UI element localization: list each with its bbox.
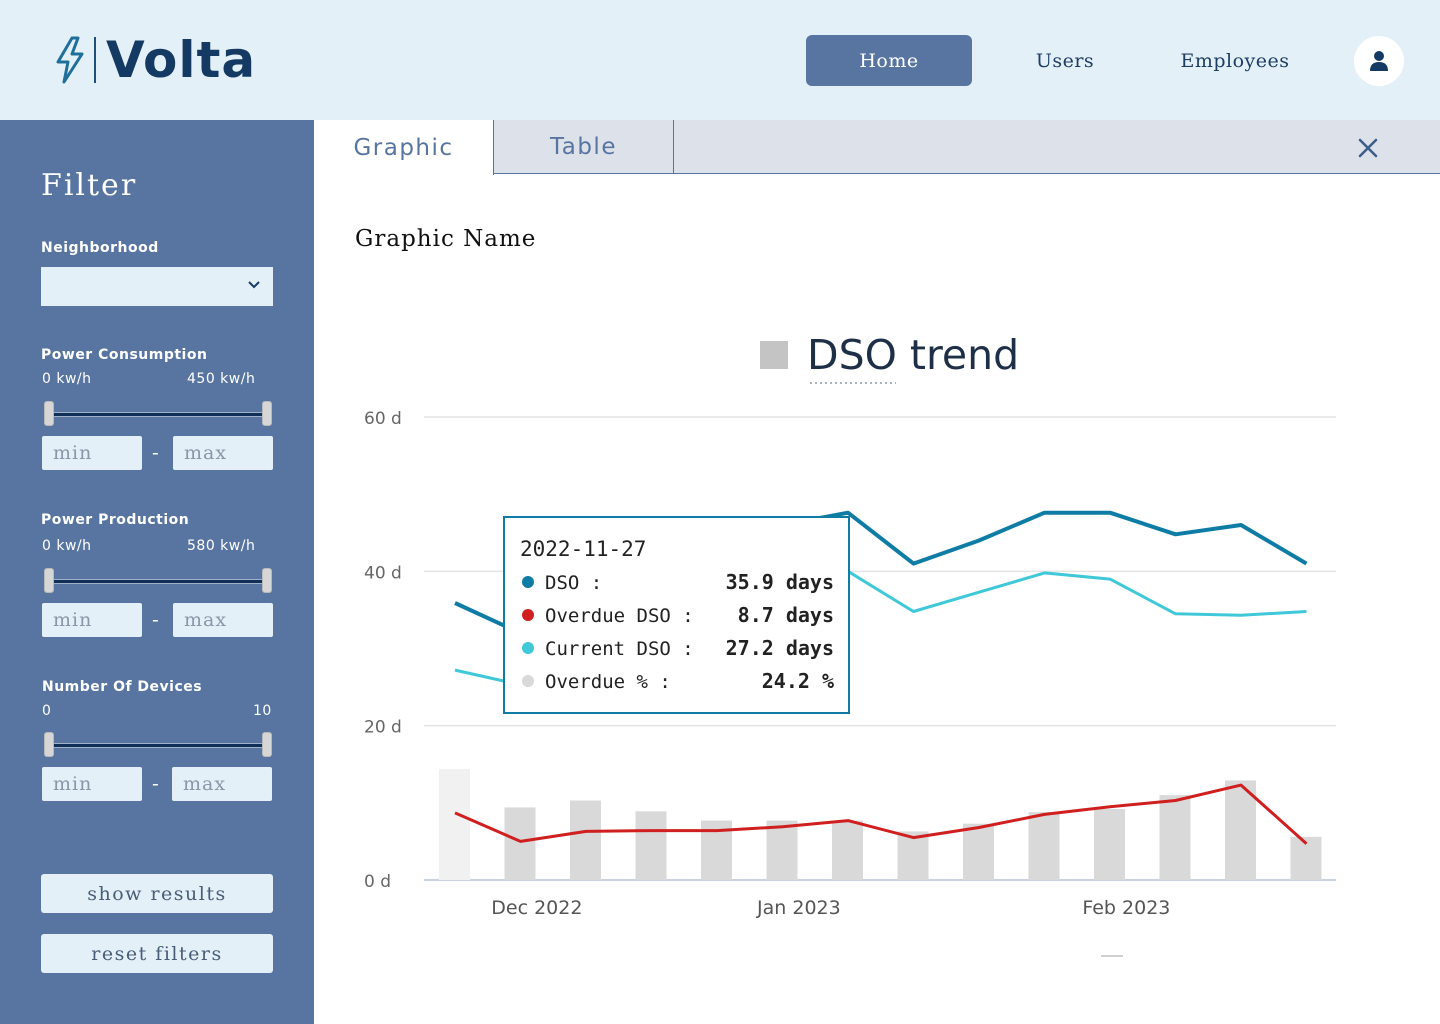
power-production-max-input[interactable] xyxy=(173,603,273,637)
tooltip-bullet xyxy=(522,609,534,621)
bar-overdue-percent xyxy=(1094,809,1125,880)
x-tick-label: Dec 2022 xyxy=(491,897,582,919)
range-separator: - xyxy=(152,607,159,631)
nav-employees-link[interactable]: Employees xyxy=(1160,35,1310,86)
bar-overdue-percent xyxy=(504,807,536,880)
power-production-min-input[interactable] xyxy=(42,603,142,637)
slider-max-handle[interactable] xyxy=(262,568,272,593)
power-consumption-min-label: 0 kw/h xyxy=(42,371,92,387)
range-separator: - xyxy=(152,440,159,464)
slider-track[interactable] xyxy=(48,579,268,584)
nav-home-button[interactable]: Home xyxy=(806,35,972,86)
chevron-down-icon xyxy=(248,281,260,289)
power-consumption-slider[interactable] xyxy=(44,401,272,427)
slider-min-handle[interactable] xyxy=(44,568,54,593)
graphic-name-title: Graphic Name xyxy=(355,226,537,252)
y-tick-label: 40 d xyxy=(364,563,402,583)
devices-slider[interactable] xyxy=(44,732,272,758)
power-production-slider[interactable] xyxy=(44,568,272,594)
tooltip-value: 27.2 days xyxy=(726,636,834,660)
lightning-bolt-icon xyxy=(56,36,84,84)
tooltip-label: Overdue DSO : xyxy=(545,605,694,627)
close-icon[interactable] xyxy=(1354,134,1382,162)
reset-filters-button[interactable]: reset filters xyxy=(41,934,273,973)
brand-logo[interactable]: Volta xyxy=(52,34,256,86)
tooltip-bullet xyxy=(522,576,534,588)
tooltip-value: 8.7 days xyxy=(738,603,834,627)
slider-min-handle[interactable] xyxy=(44,401,54,426)
bar-overdue-percent xyxy=(832,820,863,880)
tab-table[interactable]: Table xyxy=(494,120,674,174)
power-consumption-max-label: 450 kw/h xyxy=(187,371,256,387)
power-consumption-max-input[interactable] xyxy=(173,436,273,470)
tooltip-value: 24.2 % xyxy=(762,669,834,693)
top-header: Volta Home Users Employees xyxy=(0,0,1440,120)
power-consumption-min-input[interactable] xyxy=(42,436,142,470)
devices-label: Number Of Devices xyxy=(42,679,203,695)
bar-overdue-percent xyxy=(1159,795,1191,880)
user-icon xyxy=(1370,51,1388,71)
tab-bar: Graphic Table xyxy=(314,120,1440,175)
power-production-min-label: 0 kw/h xyxy=(42,538,92,554)
filter-title: Filter xyxy=(41,168,138,203)
power-production-label: Power Production xyxy=(41,512,190,528)
range-separator: - xyxy=(152,771,159,795)
logo-divider xyxy=(94,37,96,83)
bar-overdue-percent xyxy=(570,800,601,880)
bar-overdue-percent xyxy=(766,820,798,880)
slider-max-handle[interactable] xyxy=(262,732,272,757)
slider-max-handle[interactable] xyxy=(262,401,272,426)
bar-overdue-percent xyxy=(963,823,994,880)
devices-min-label: 0 xyxy=(42,703,52,719)
tooltip-date: 2022-11-27 xyxy=(520,537,646,561)
y-tick-label: 0 d xyxy=(364,872,391,892)
x-tick-label: Feb 2023 xyxy=(1082,897,1170,919)
brand-name: Volta xyxy=(106,31,257,89)
tab-graphic[interactable]: Graphic xyxy=(314,120,494,175)
dso-trend-chart[interactable]: DSO trend 0 d 20 d 40 d 60 d Dec 2022 Jan 2023… xyxy=(350,320,1350,980)
power-production-max-label: 580 kw/h xyxy=(187,538,256,554)
tooltip-bullet xyxy=(522,675,534,687)
devices-max-label: 10 xyxy=(253,703,272,719)
neighborhood-select[interactable] xyxy=(41,267,273,306)
bar-overdue-percent xyxy=(439,768,470,880)
neighborhood-label: Neighborhood xyxy=(41,240,159,256)
bar-overdue-percent xyxy=(635,811,667,880)
slider-track[interactable] xyxy=(48,743,268,748)
show-results-button[interactable]: show results xyxy=(41,874,273,913)
bar-overdue-percent xyxy=(1028,812,1060,880)
x-tick-label: Jan 2023 xyxy=(756,897,841,919)
devices-min-input[interactable] xyxy=(42,767,142,801)
legend-swatch xyxy=(760,341,788,369)
tooltip-value: 35.9 days xyxy=(726,570,834,594)
filter-sidebar: Filter Neighborhood Power Consumption 0 … xyxy=(0,120,314,1024)
y-tick-label: 60 d xyxy=(364,409,402,429)
slider-track[interactable] xyxy=(48,412,268,417)
devices-max-input[interactable] xyxy=(172,767,272,801)
power-consumption-label: Power Consumption xyxy=(41,347,208,363)
user-avatar-button[interactable] xyxy=(1354,36,1404,86)
tooltip-label: Overdue % : xyxy=(545,671,671,693)
nav-users-link[interactable]: Users xyxy=(1000,35,1130,86)
slider-min-handle[interactable] xyxy=(44,732,54,757)
tooltip-label: Current DSO : xyxy=(545,638,694,660)
chart-title: DSO trend xyxy=(807,331,1019,379)
tooltip-bullet xyxy=(522,642,534,654)
y-tick-label: 20 d xyxy=(364,718,402,738)
tooltip-label: DSO : xyxy=(545,572,602,594)
